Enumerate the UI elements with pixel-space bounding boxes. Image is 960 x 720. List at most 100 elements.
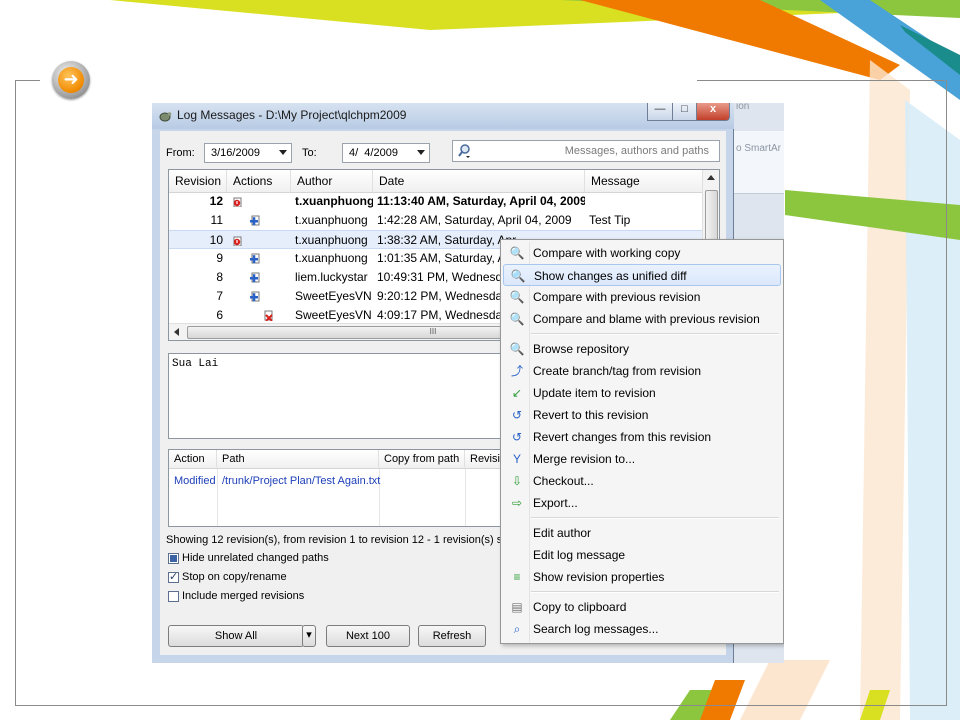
revision-cell[interactable]: 12 [169,192,223,211]
menu-separator [531,333,779,335]
revision-cell[interactable]: 11 [169,211,223,230]
menu-item-label: Copy to clipboard [533,600,627,614]
to-date-picker[interactable]: 4/ 4/2009 [342,143,430,163]
column-header-copy-from[interactable]: Copy from path [379,450,465,469]
author-cell[interactable]: liem.luckystar [295,268,373,287]
menu-item-label: Edit log message [533,548,626,562]
menu-item-show-revision-properties[interactable]: ≡ Show revision properties [503,566,781,588]
browse-icon: 🔍 [509,342,525,356]
menu-item-label: Compare with working copy [533,246,681,260]
menu-item-copy-to-clipboard[interactable]: ▤ Copy to clipboard [503,596,781,618]
revision-cell[interactable]: 9 [169,249,223,268]
hide-unrelated-checkbox[interactable] [168,553,179,564]
revision-cell[interactable]: 8 [169,268,223,287]
deleted-icon [263,309,275,321]
chevron-down-icon [279,150,287,155]
menu-item-compare-with-previous-revision[interactable]: 🔍 Compare with previous revision [503,286,781,308]
column-header-message[interactable]: Message [585,170,705,192]
modified-icon [233,234,245,246]
column-header-actions[interactable]: Actions [227,170,291,192]
revision-cell[interactable]: 10 [169,231,223,250]
compare-icon: 🔍 [509,246,525,260]
table-row[interactable]: 11 t.xuanphuong 1:42:28 AM, Saturday, Apri… [169,211,705,230]
menu-item-revert-to-this-revision[interactable]: ↺ Revert to this revision [503,404,781,426]
next-100-button[interactable]: Next 100 [326,625,410,647]
context-menu: 🔍 Compare with working copy 🔍 Show changes … [500,239,784,644]
menu-item-checkout[interactable]: ⇩ Checkout... [503,470,781,492]
scroll-left-icon[interactable] [174,328,179,336]
maximize-button[interactable]: □ [672,103,697,121]
date-cell[interactable]: 11:13:40 AM, Saturday, April 04, 2009 [377,192,585,211]
search-placeholder: Messages, authors and paths [564,145,709,157]
menu-item-label: Merge revision to... [533,452,636,466]
scroll-up-icon[interactable] [707,175,715,180]
menu-item-edit-author[interactable]: Edit author [503,522,781,544]
column-header-author[interactable]: Author [291,170,373,192]
author-cell[interactable]: SweetEyesVN [295,287,373,306]
checkout-icon: ⇩ [511,474,523,488]
minimize-button[interactable]: — [647,103,673,121]
from-date-picker[interactable]: 3/16/2009 [204,143,292,163]
column-header-action[interactable]: Action [169,450,217,469]
arrow-bullet-icon: ➜ [52,61,90,99]
menu-item-label: Checkout... [533,474,594,488]
column-header-revision[interactable]: Revision [169,170,227,192]
show-all-button[interactable]: Show All [168,625,304,647]
author-cell[interactable]: t.xuanphuong [295,192,373,211]
menu-item-show-changes-as-unified-diff[interactable]: 🔍 Show changes as unified diff [503,264,781,286]
title-bar[interactable]: Log Messages - D:\My Project\qlchpm2009 … [152,103,734,129]
message-cell[interactable]: Test Tip [589,211,705,230]
revert-changes-icon: ↺ [511,430,523,444]
menu-item-label: Revert changes from this revision [533,430,712,444]
to-label: To: [302,147,317,159]
revert-icon: ↺ [511,408,523,422]
added-icon [249,252,261,264]
menu-item-export[interactable]: ⇨ Export... [503,492,781,514]
menu-item-create-branch-tag-from-revision[interactable]: ⤴ Create branch/tag from revision [503,360,781,382]
menu-item-browse-repository[interactable]: 🔍 Browse repository [503,338,781,360]
menu-item-edit-log-message[interactable]: Edit log message [503,544,781,566]
revision-cell[interactable]: 7 [169,287,223,306]
menu-item-merge-revision-to[interactable]: Y Merge revision to... [503,448,781,470]
background-app-text: o SmartAr [736,143,782,154]
menu-item-label: Browse repository [533,342,630,356]
stop-on-copy-checkbox[interactable] [168,570,179,583]
menu-item-compare-with-working-copy[interactable]: 🔍 Compare with working copy [503,242,781,264]
background-app-text: ion [736,103,750,112]
include-merged-checkbox[interactable] [168,591,179,602]
close-button[interactable]: x [696,103,730,121]
search-icon: ⌕ [513,622,521,636]
column-header-date[interactable]: Date [373,170,585,192]
refresh-button[interactable]: Refresh [418,625,486,647]
path-action-cell[interactable]: Modified [169,472,216,490]
menu-separator [531,591,779,593]
message-cell[interactable] [589,192,705,211]
menu-item-label: Create branch/tag from revision [533,364,702,378]
path-cell[interactable]: /trunk/Project Plan/Test Again.txt [217,472,380,490]
menu-item-update-item-to-revision[interactable]: ↙ Update item to revision [503,382,781,404]
author-cell[interactable]: t.xuanphuong [295,231,373,250]
from-date-value: 3/16/2009 [211,147,260,159]
branch-icon: ⤴ [510,364,523,378]
show-all-dropdown-button[interactable]: ▾ [302,625,316,647]
date-cell[interactable]: 1:42:28 AM, Saturday, April 04, 2009 [377,211,585,230]
menu-item-search-log-messages[interactable]: ⌕ Search log messages... [503,618,781,640]
blame-icon: 🔍 [509,312,525,326]
column-header-path[interactable]: Path [217,450,379,469]
frame-line [697,80,945,81]
menu-item-revert-changes-from-this-revision[interactable]: ↺ Revert changes from this revision [503,426,781,448]
search-icon[interactable] [457,143,473,159]
menu-item-label: Show changes as unified diff [534,269,687,283]
to-date-value: 4/ 4/2009 [349,147,398,159]
stop-on-copy-label: Stop on copy/rename [182,571,287,583]
search-input[interactable]: Messages, authors and paths [452,140,720,162]
added-icon [249,214,261,226]
author-cell[interactable]: t.xuanphuong [295,211,373,230]
chevron-down-icon [417,150,425,155]
revision-list-header: Revision Actions Author Date Message [169,170,705,193]
menu-item-compare-and-blame-with-previous-revision[interactable]: 🔍 Compare and blame with previous revisio… [503,308,781,330]
author-cell[interactable]: t.xuanphuong [295,249,373,268]
properties-icon: ≡ [513,570,521,584]
table-row[interactable]: 12 t.xuanphuong 11:13:40 AM, Saturday, Apr… [169,192,705,211]
menu-item-label: Search log messages... [533,622,659,636]
